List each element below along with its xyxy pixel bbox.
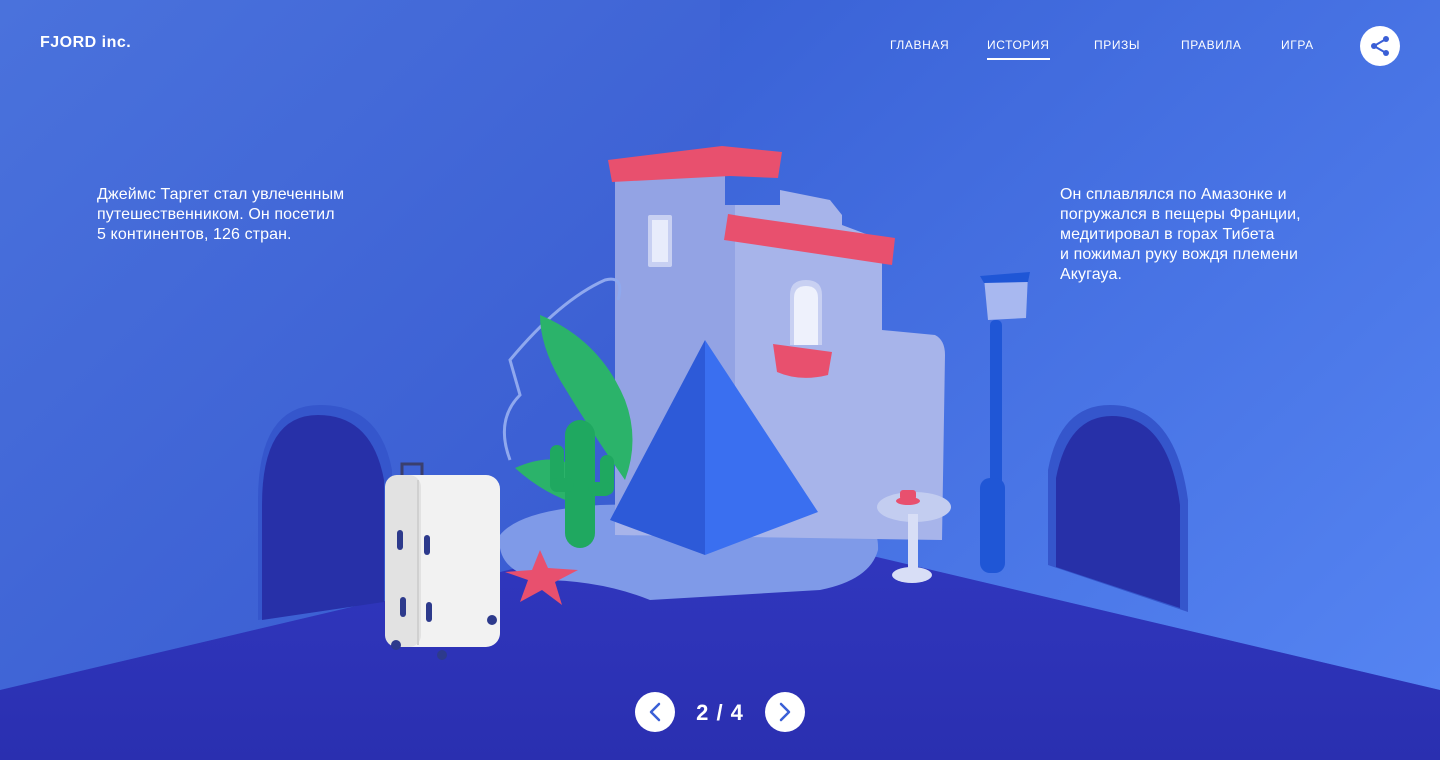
story-text-right: Он сплавлялся по Амазонке и погружался в… — [1060, 186, 1301, 283]
story-text-left: Джеймс Таргет стал увлеченным путешестве… — [97, 186, 345, 243]
main-nav: ГЛАВНАЯ ИСТОРИЯ ПРИЗЫ ПРАВИЛА ИГРА — [0, 38, 1440, 62]
nav-item-prizes[interactable]: ПРИЗЫ — [1094, 38, 1140, 52]
prev-slide-button[interactable] — [635, 692, 675, 732]
nav-item-history[interactable]: ИСТОРИЯ — [987, 38, 1050, 60]
left-arch — [258, 405, 392, 620]
share-icon — [1371, 36, 1389, 56]
nav-item-game[interactable]: ИГРА — [1281, 38, 1314, 52]
suitcase — [385, 462, 500, 660]
chevron-left-icon — [649, 702, 661, 722]
share-button[interactable] — [1360, 26, 1400, 66]
next-slide-button[interactable] — [765, 692, 805, 732]
chevron-right-icon — [779, 702, 791, 722]
scene-illustration — [0, 0, 1440, 760]
nav-item-home[interactable]: ГЛАВНАЯ — [890, 38, 949, 52]
slide-counter: 2 / 4 — [696, 700, 744, 725]
nav-item-rules[interactable]: ПРАВИЛА — [1181, 38, 1242, 52]
